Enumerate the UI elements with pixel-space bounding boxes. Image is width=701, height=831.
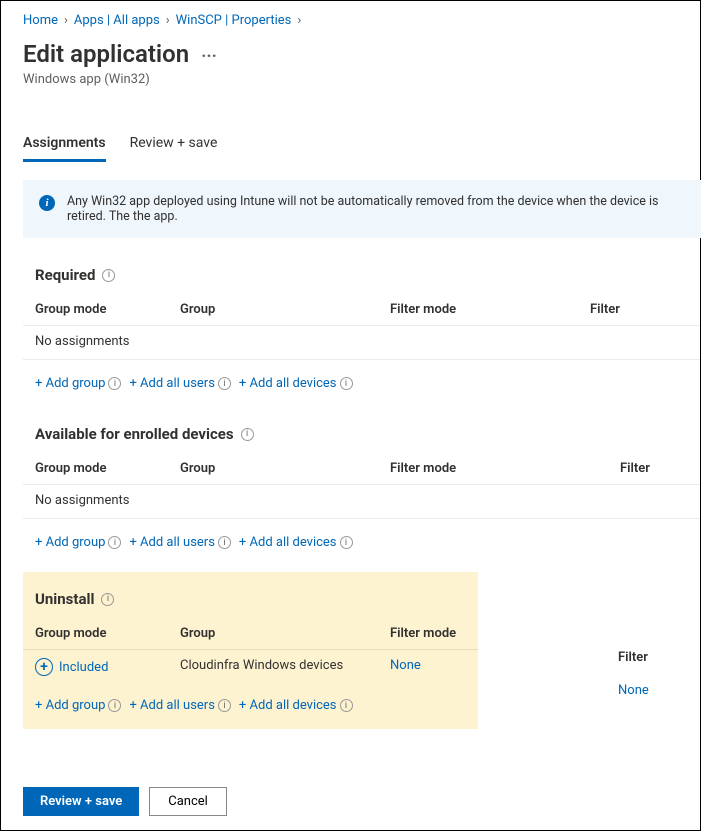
col-group-mode: Group mode xyxy=(35,461,180,476)
plus-circle-icon: + xyxy=(35,658,53,676)
table-row: No assignments xyxy=(23,326,700,360)
breadcrumb-home[interactable]: Home xyxy=(23,13,58,28)
info-text: Any Win32 app deployed using Intune will… xyxy=(67,194,685,224)
info-icon[interactable]: i xyxy=(102,269,115,282)
group-name: Cloudinfra Windows devices xyxy=(180,658,390,676)
chevron-right-icon: › xyxy=(297,13,301,28)
info-icon[interactable]: i xyxy=(108,536,121,549)
tab-assignments[interactable]: Assignments xyxy=(23,135,106,162)
info-icon[interactable]: i xyxy=(108,377,121,390)
add-group-link[interactable]: + Add group xyxy=(35,376,105,391)
filter-value[interactable]: None xyxy=(618,683,649,698)
col-group: Group xyxy=(180,461,390,476)
section-title-required: Required xyxy=(35,266,95,284)
info-icon[interactable]: i xyxy=(218,536,231,549)
col-filter: Filter xyxy=(618,650,648,665)
col-filter-mode: Filter mode xyxy=(390,626,460,641)
info-icon[interactable]: i xyxy=(218,699,231,712)
info-icon[interactable]: i xyxy=(101,593,114,606)
chevron-right-icon: › xyxy=(64,13,68,28)
table-row: + Included Cloudinfra Windows devices No… xyxy=(23,650,478,686)
breadcrumb: Home › Apps | All apps › WinSCP | Proper… xyxy=(23,13,700,28)
filter-mode-value[interactable]: None xyxy=(390,658,460,676)
info-icon[interactable]: i xyxy=(340,377,353,390)
col-filter-mode: Filter mode xyxy=(390,461,620,476)
col-filter: Filter xyxy=(590,302,688,317)
breadcrumb-app[interactable]: WinSCP | Properties xyxy=(176,13,292,28)
breadcrumb-apps[interactable]: Apps | All apps xyxy=(74,13,160,28)
empty-assignments: No assignments xyxy=(35,493,129,508)
col-group: Group xyxy=(180,302,390,317)
empty-assignments: No assignments xyxy=(35,334,129,349)
table-row: No assignments xyxy=(23,485,700,519)
add-all-users-link[interactable]: + Add all users xyxy=(129,376,214,391)
tab-review-save[interactable]: Review + save xyxy=(130,135,218,162)
table-header: Group mode Group Filter mode xyxy=(23,626,478,650)
section-title-available: Available for enrolled devices xyxy=(35,425,234,443)
col-group: Group xyxy=(180,626,390,641)
add-all-users-link[interactable]: + Add all users xyxy=(129,535,214,550)
page-subtitle: Windows app (Win32) xyxy=(23,72,700,87)
info-icon[interactable]: i xyxy=(340,536,353,549)
table-header: Group mode Group Filter mode Filter xyxy=(23,302,700,326)
col-filter-mode: Filter mode xyxy=(390,302,590,317)
uninstall-highlight: Uninstall i Group mode Group Filter mode… xyxy=(23,572,478,729)
col-group-mode: Group mode xyxy=(35,302,180,317)
info-icon[interactable]: i xyxy=(108,699,121,712)
add-group-link[interactable]: + Add group xyxy=(35,535,105,550)
footer: Review + save Cancel xyxy=(1,773,700,830)
review-save-button[interactable]: Review + save xyxy=(23,787,139,816)
info-icon[interactable]: i xyxy=(340,699,353,712)
info-icon[interactable]: i xyxy=(218,377,231,390)
add-all-users-link[interactable]: + Add all users xyxy=(129,698,214,713)
col-filter: Filter xyxy=(620,461,688,476)
add-all-devices-link[interactable]: + Add all devices xyxy=(239,376,337,391)
info-icon: i xyxy=(39,195,55,211)
page-title: Edit application xyxy=(23,40,189,68)
add-all-devices-link[interactable]: + Add all devices xyxy=(239,698,337,713)
tabs: Assignments Review + save xyxy=(23,135,700,162)
chevron-right-icon: › xyxy=(166,13,170,28)
add-all-devices-link[interactable]: + Add all devices xyxy=(239,535,337,550)
more-icon[interactable]: ··· xyxy=(201,46,217,67)
section-title-uninstall: Uninstall xyxy=(35,590,94,608)
group-mode-included[interactable]: + Included xyxy=(35,658,180,676)
info-banner: i Any Win32 app deployed using Intune wi… xyxy=(23,180,701,238)
col-group-mode: Group mode xyxy=(35,626,180,641)
info-icon[interactable]: i xyxy=(241,428,254,441)
add-group-link[interactable]: + Add group xyxy=(35,698,105,713)
cancel-button[interactable]: Cancel xyxy=(149,787,227,816)
table-header: Group mode Group Filter mode Filter xyxy=(23,461,700,485)
